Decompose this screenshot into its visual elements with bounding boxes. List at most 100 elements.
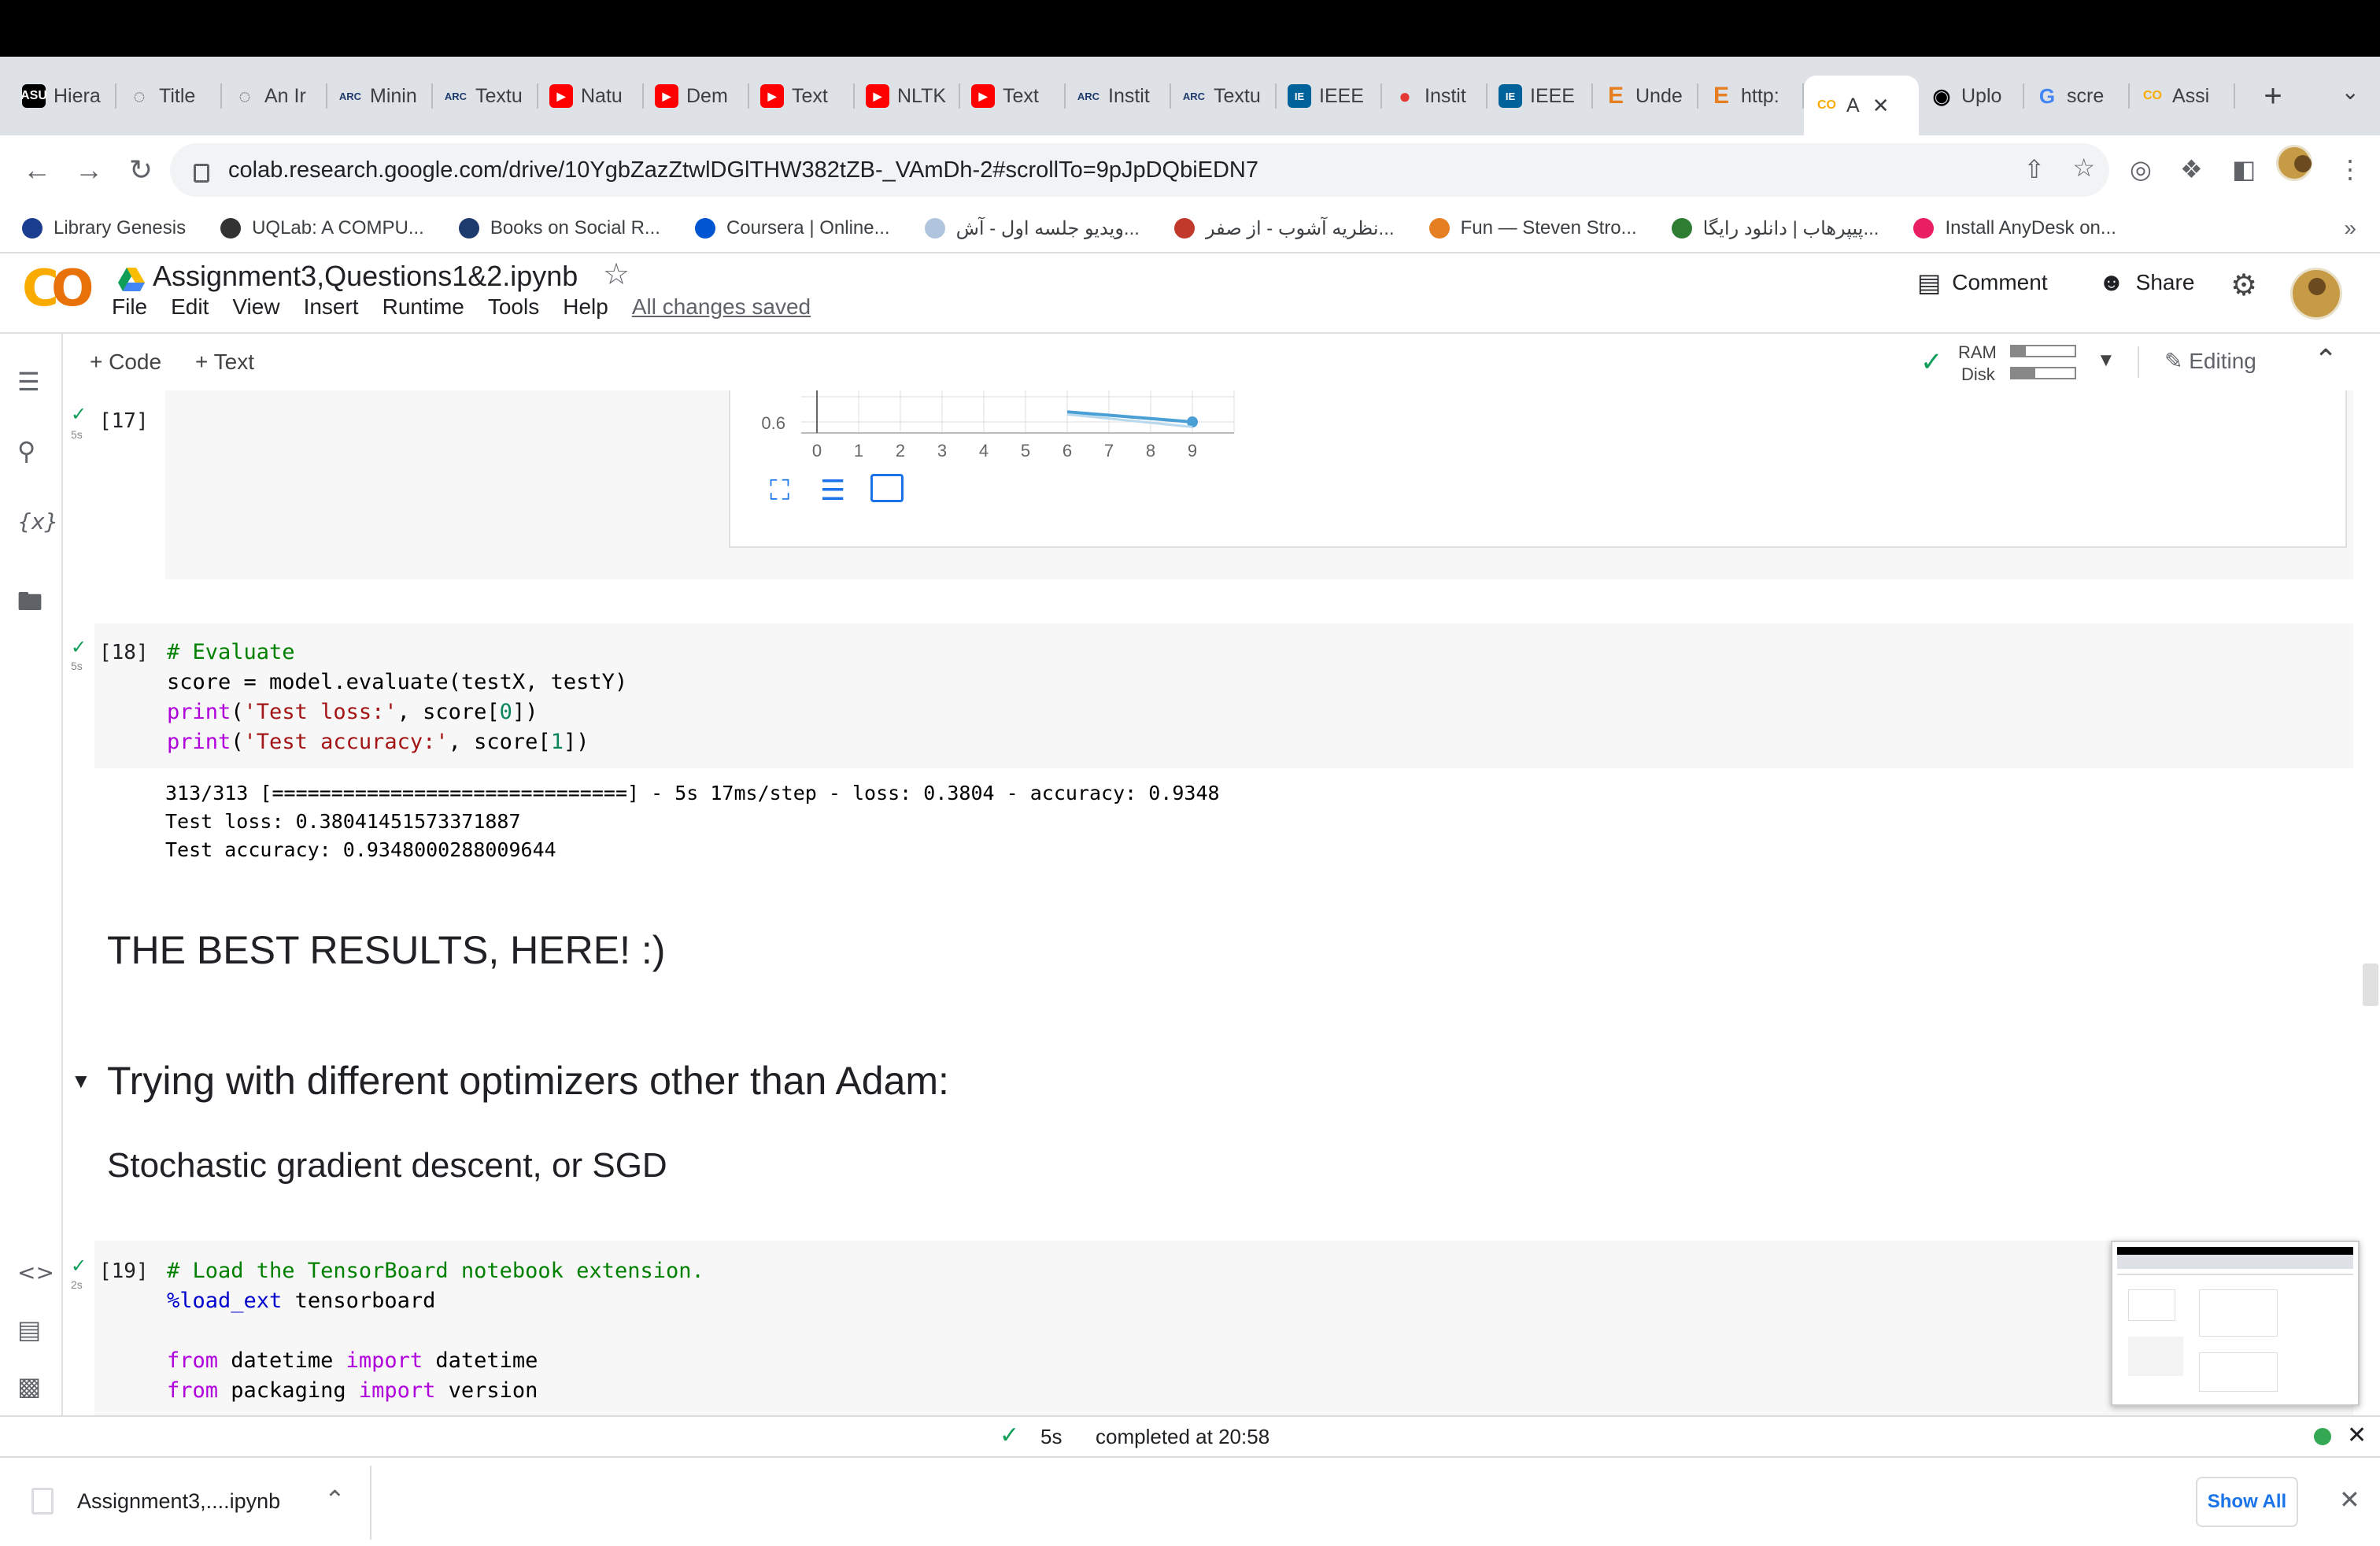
close-status-icon[interactable]: ✕: [2347, 1422, 2367, 1449]
browser-tab[interactable]: ◌ An Ir: [222, 71, 327, 121]
cell-18-code[interactable]: # Evaluate score = model.evaluate(testX,…: [167, 638, 627, 757]
colab-profile-avatar[interactable]: [2290, 268, 2342, 320]
cell-18-exec-count[interactable]: [18]: [99, 641, 149, 664]
menu-runtime[interactable]: Runtime: [382, 294, 464, 320]
x-tick-label: 9: [1188, 441, 1197, 460]
google-drive-icon[interactable]: [118, 268, 145, 291]
screenshot-thumbnail-preview[interactable]: [2111, 1241, 2360, 1406]
cell-19-code[interactable]: # Load the TensorBoard notebook extensio…: [167, 1256, 704, 1406]
browser-tab[interactable]: ARC Instit: [1066, 71, 1171, 121]
url-text[interactable]: colab.research.google.com/drive/10YgbZaz…: [228, 157, 1258, 183]
browser-tab[interactable]: IE IEEE: [1277, 71, 1382, 121]
close-downloads-icon[interactable]: ✕: [2339, 1485, 2360, 1515]
files-folder-icon[interactable]: 🖿: [17, 584, 42, 627]
forward-arrow-icon[interactable]: →: [63, 153, 115, 187]
download-options-chevron-icon[interactable]: ⌃: [324, 1485, 346, 1515]
disk-meter[interactable]: [2010, 367, 2076, 379]
terminal-icon[interactable]: ▩: [17, 1371, 41, 1401]
save-status-link[interactable]: All changes saved: [632, 294, 811, 320]
browser-tab[interactable]: ARC Textu: [433, 71, 538, 121]
add-text-button[interactable]: + Text: [195, 350, 254, 375]
status-text[interactable]: completed at 20:58: [1096, 1425, 1269, 1449]
browser-tab[interactable]: ◌ Title: [116, 71, 222, 121]
browser-tab[interactable]: IE IEEE: [1488, 71, 1593, 121]
variables-icon[interactable]: {x}: [17, 509, 58, 534]
runtime-dropdown-icon[interactable]: ▼: [2097, 350, 2116, 372]
browser-tab[interactable]: ● Instit: [1382, 71, 1488, 121]
sgd-subheading[interactable]: Stochastic gradient descent, or SGD: [107, 1146, 667, 1185]
browser-menu-icon[interactable]: ⋮: [2338, 154, 2363, 184]
browser-tab[interactable]: ▶ NLTK: [855, 71, 960, 121]
browser-tab[interactable]: Ehttp:: [1698, 71, 1804, 121]
bookmark-item[interactable]: پیپرهاب | دانلود رایگا...: [1671, 217, 1879, 240]
colab-logo[interactable]: CO: [22, 260, 94, 318]
scrollbar-thumb[interactable]: [2363, 963, 2378, 1006]
menu-insert[interactable]: Insert: [304, 294, 359, 320]
reload-icon[interactable]: ↻: [115, 153, 167, 187]
browser-tab[interactable]: ARC Minin: [327, 71, 433, 121]
browser-tab[interactable]: ▶ Dem: [644, 71, 749, 121]
fullscreen-icon[interactable]: ⛶: [770, 474, 789, 508]
bookmark-item[interactable]: نظریه آشوب - از صفر...: [1173, 217, 1395, 240]
browser-tab[interactable]: E Unde: [1593, 71, 1698, 121]
more-bookmarks-icon[interactable]: »: [2344, 216, 2356, 241]
search-icon[interactable]: ⚲: [17, 436, 35, 466]
download-filename[interactable]: Assignment3,....ipynb: [77, 1489, 280, 1514]
back-arrow-icon[interactable]: ←: [11, 153, 63, 187]
comment-button[interactable]: ▤ Comment: [1917, 268, 2048, 298]
bookmark-item[interactable]: Fun — Steven Stro...: [1428, 217, 1637, 239]
editing-mode-button[interactable]: ✎ Editing: [2164, 348, 2256, 374]
menu-help[interactable]: Help: [563, 294, 608, 320]
side-panel-icon[interactable]: ◧: [2232, 154, 2256, 184]
code-snippets-icon[interactable]: <>: [17, 1259, 54, 1285]
menu-view[interactable]: View: [232, 294, 279, 320]
menu-tools[interactable]: Tools: [488, 294, 539, 320]
star-notebook-icon[interactable]: ☆: [603, 257, 630, 292]
notebook-title[interactable]: Assignment3,Questions1&2.ipynb: [153, 260, 578, 293]
new-tab-plus-icon[interactable]: +: [2249, 79, 2297, 114]
toggle-log-scale-icon[interactable]: ☰: [820, 474, 845, 507]
tab-search-chevron-icon[interactable]: ⌄: [2341, 79, 2360, 105]
cell-17-success-icon: ✓: [71, 404, 87, 425]
browser-tab[interactable]: Gscre: [2024, 71, 2130, 121]
cell-19-exec-count[interactable]: [19]: [99, 1259, 149, 1283]
bookmark-item[interactable]: ویدیو جلسه اول - آش...: [924, 217, 1140, 240]
browser-tab[interactable]: ▶ Text: [749, 71, 855, 121]
profile-avatar[interactable]: [2276, 145, 2312, 181]
bookmark-item[interactable]: Books on Social R...: [458, 217, 660, 239]
browser-tab[interactable]: ▶ Natu: [538, 71, 644, 121]
add-code-button[interactable]: + Code: [90, 350, 161, 375]
table-of-contents-icon[interactable]: ☰: [17, 367, 40, 397]
browser-tab[interactable]: ASU Hiera: [11, 71, 116, 121]
bookmark-star-icon[interactable]: ☆: [2072, 153, 2095, 183]
elsevier-icon: E: [1713, 83, 1729, 109]
vpn-globe-icon[interactable]: ◎: [2130, 154, 2152, 184]
cell-17-exec-count[interactable]: [17]: [99, 409, 149, 433]
address-bar[interactable]: colab.research.google.com/drive/10YgbZaz…: [170, 143, 2109, 197]
share-button[interactable]: ☻ Share: [2098, 268, 2194, 297]
bookmark-item[interactable]: UQLab: A COMPU...: [220, 217, 424, 239]
browser-tab[interactable]: CO A ✕: [1804, 76, 1919, 135]
x-tick-label: 5: [1021, 441, 1030, 460]
bookmark-item[interactable]: Install AnyDesk on...: [1913, 217, 2116, 239]
menu-edit[interactable]: Edit: [171, 294, 209, 320]
command-palette-icon[interactable]: ▤: [17, 1315, 41, 1344]
browser-tab[interactable]: CO Assi: [2130, 71, 2235, 121]
close-tab-icon[interactable]: ✕: [1872, 94, 1890, 118]
best-results-text[interactable]: THE BEST RESULTS, HERE! :): [107, 927, 665, 973]
collapse-header-icon[interactable]: ⌃: [2314, 343, 2338, 376]
fit-domain-icon[interactable]: [870, 474, 904, 502]
browser-tab[interactable]: ▶ Text: [960, 71, 1066, 121]
section-heading[interactable]: Trying with different optimizers other t…: [107, 1058, 949, 1104]
share-page-icon[interactable]: ⇧: [2023, 154, 2045, 184]
browser-tab[interactable]: ◉ Uplo: [1919, 71, 2024, 121]
ram-meter[interactable]: [2010, 345, 2076, 357]
section-collapse-caret-icon[interactable]: ▼: [71, 1069, 91, 1093]
bookmark-item[interactable]: Library Genesis: [22, 217, 186, 239]
show-all-button[interactable]: Show All: [2196, 1477, 2298, 1527]
extensions-puzzle-icon[interactable]: ❖: [2180, 154, 2203, 184]
settings-gear-icon[interactable]: ⚙: [2230, 268, 2257, 303]
bookmark-item[interactable]: Coursera | Online...: [694, 217, 890, 239]
browser-tab[interactable]: ARC Textu: [1171, 71, 1277, 121]
menu-file[interactable]: File: [112, 294, 147, 320]
